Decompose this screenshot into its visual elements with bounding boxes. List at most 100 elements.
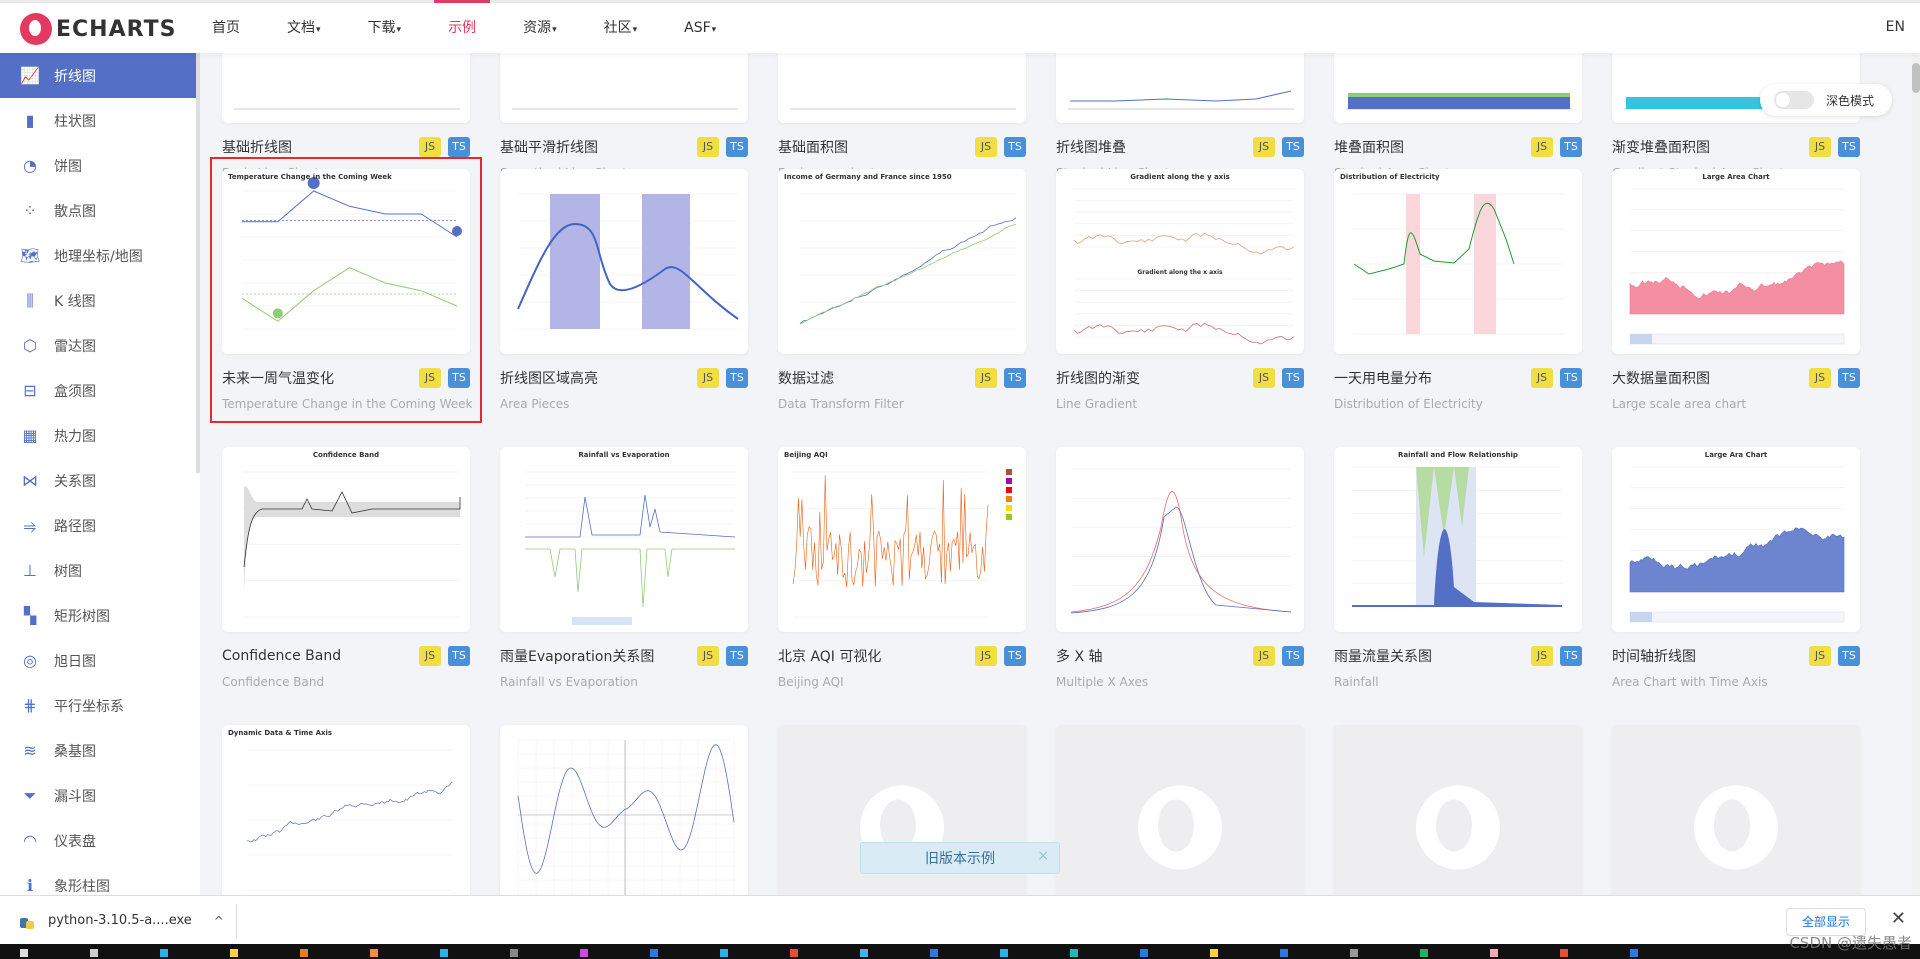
taskbar-app-icon[interactable] bbox=[1140, 949, 1148, 957]
example-card[interactable]: Temperature Change in the Coming Week 未来一… bbox=[210, 157, 482, 423]
ts-badge[interactable]: TS bbox=[1838, 137, 1860, 157]
taskbar-app-icon[interactable] bbox=[1350, 949, 1358, 957]
taskbar-app-icon[interactable] bbox=[1630, 949, 1638, 957]
example-thumbnail[interactable]: Large Area Chart bbox=[1612, 169, 1860, 354]
example-thumbnail[interactable] bbox=[1056, 53, 1304, 123]
card-title[interactable]: 渐变堆叠面积图 bbox=[1612, 137, 1710, 157]
example-card[interactable]: Large Ara Chart 时间轴折线图 JS TS Area Chart with… bbox=[1612, 447, 1860, 689]
example-card[interactable]: Confidence Band Confidence Band JS TS Confid… bbox=[222, 447, 470, 689]
taskbar-app-icon[interactable] bbox=[650, 949, 658, 957]
nav-item[interactable]: 示例 bbox=[434, 0, 491, 56]
js-badge[interactable]: JS bbox=[697, 646, 719, 666]
taskbar-app-icon[interactable] bbox=[930, 949, 938, 957]
sidebar-item[interactable]: ⫼ K 线图 bbox=[0, 278, 200, 323]
example-card[interactable] bbox=[1334, 725, 1582, 895]
card-title[interactable]: 雨量Evaporation关系图 bbox=[500, 646, 654, 666]
sidebar-item[interactable]: ◔ 饼图 bbox=[0, 143, 200, 188]
taskbar-app-icon[interactable] bbox=[1000, 949, 1008, 957]
taskbar-app-icon[interactable] bbox=[1490, 949, 1498, 957]
taskbar-app-icon[interactable] bbox=[1280, 949, 1288, 957]
nav-item[interactable]: 社区▾ bbox=[590, 3, 652, 56]
example-card[interactable] bbox=[500, 725, 748, 895]
sidebar-item[interactable]: ⏷ 漏斗图 bbox=[0, 773, 200, 818]
js-badge[interactable]: JS bbox=[1253, 646, 1275, 666]
sidebar-item[interactable]: ⋈ 关系图 bbox=[0, 458, 200, 503]
js-badge[interactable]: JS bbox=[1531, 368, 1553, 388]
taskbar-app-icon[interactable] bbox=[160, 949, 168, 957]
nav-item[interactable]: 下载▾ bbox=[354, 3, 416, 56]
js-badge[interactable]: JS bbox=[697, 368, 719, 388]
taskbar-app-icon[interactable] bbox=[370, 949, 378, 957]
card-title[interactable]: 堆叠面积图 bbox=[1334, 137, 1404, 157]
download-file-name[interactable]: python-3.10.5-a....exe bbox=[48, 913, 192, 928]
example-card[interactable]: Beijing AQI 北京 AQI 可视化 JS TS Beijing AQI bbox=[778, 447, 1026, 689]
js-badge[interactable]: JS bbox=[975, 137, 997, 157]
example-thumbnail[interactable] bbox=[222, 53, 470, 123]
example-thumbnail[interactable]: Distribution of Electricity bbox=[1334, 169, 1582, 354]
dark-mode-toggle[interactable]: 深色模式 bbox=[1760, 84, 1892, 116]
example-thumbnail[interactable]: Rainfall and Flow Relationship bbox=[1334, 447, 1582, 632]
page-scrollbar[interactable] bbox=[1912, 53, 1920, 895]
download-item[interactable]: python-3.10.5-a....exe ^ bbox=[18, 896, 224, 945]
card-title[interactable]: 折线图堆叠 bbox=[1056, 137, 1126, 157]
sidebar-item[interactable]: ◎ 旭日图 bbox=[0, 638, 200, 683]
card-title[interactable]: 折线图区域高亮 bbox=[500, 368, 598, 388]
example-thumbnail[interactable]: Large Ara Chart bbox=[1612, 447, 1860, 632]
js-badge[interactable]: JS bbox=[1809, 646, 1831, 666]
example-card[interactable]: 渐变堆叠面积图JSTSGradient Stacked Area Chart bbox=[1612, 53, 1860, 180]
ts-badge[interactable]: TS bbox=[1004, 646, 1026, 666]
card-title[interactable]: 时间轴折线图 bbox=[1612, 646, 1696, 666]
ts-badge[interactable]: TS bbox=[726, 368, 748, 388]
taskbar-app-icon[interactable] bbox=[1420, 949, 1428, 957]
taskbar-app-icon[interactable] bbox=[300, 949, 308, 957]
nav-item[interactable]: ASF▾ bbox=[670, 3, 730, 56]
nav-item[interactable]: 首页 bbox=[198, 3, 254, 56]
card-title[interactable]: 基础面积图 bbox=[778, 137, 848, 157]
sidebar-item[interactable]: ⊟ 盒须图 bbox=[0, 368, 200, 413]
card-title[interactable]: 大数据量面积图 bbox=[1612, 368, 1710, 388]
example-card[interactable]: 基础面积图JSTSBasic area chart bbox=[778, 53, 1026, 180]
example-card[interactable]: Rainfall vs Evaporation 雨量Evaporation关系图 J… bbox=[500, 447, 748, 689]
card-title[interactable]: 折线图的渐变 bbox=[1056, 368, 1140, 388]
example-card[interactable] bbox=[1612, 725, 1860, 895]
example-thumbnail[interactable] bbox=[1334, 725, 1582, 895]
example-thumbnail[interactable] bbox=[1056, 725, 1304, 895]
example-thumbnail[interactable] bbox=[778, 53, 1026, 123]
example-thumbnail[interactable] bbox=[500, 53, 748, 123]
example-card[interactable]: Rainfall and Flow Relationship 雨量流量关系图 JS T… bbox=[1334, 447, 1582, 689]
card-title[interactable]: Confidence Band bbox=[222, 648, 341, 664]
taskbar-app-icon[interactable] bbox=[230, 949, 238, 957]
ts-badge[interactable]: TS bbox=[726, 137, 748, 157]
example-card[interactable]: Dynamic Data & Time Axis bbox=[222, 725, 470, 895]
sidebar-item[interactable]: 🗺 地理坐标/地图 bbox=[0, 233, 200, 278]
sidebar-item[interactable]: ⊥ 树图 bbox=[0, 548, 200, 593]
echarts-logo[interactable]: ECHARTS bbox=[20, 13, 176, 45]
example-thumbnail[interactable]: Confidence Band bbox=[222, 447, 470, 632]
taskbar-app-icon[interactable] bbox=[20, 949, 28, 957]
js-badge[interactable]: JS bbox=[1809, 137, 1831, 157]
ts-badge[interactable]: TS bbox=[1282, 646, 1304, 666]
js-badge[interactable]: JS bbox=[975, 368, 997, 388]
taskbar-app-icon[interactable] bbox=[1070, 949, 1078, 957]
chevron-up-icon[interactable]: ^ bbox=[214, 914, 224, 928]
taskbar-app-icon[interactable] bbox=[790, 949, 798, 957]
close-download-bar-icon[interactable]: ✕ bbox=[1891, 908, 1906, 929]
ts-badge[interactable]: TS bbox=[448, 137, 470, 157]
close-icon[interactable]: × bbox=[1037, 848, 1049, 864]
card-title[interactable]: 雨量流量关系图 bbox=[1334, 646, 1432, 666]
sidebar-item[interactable]: ⋕ 平行坐标系 bbox=[0, 683, 200, 728]
example-card[interactable]: 折线图堆叠JSTSStacked Line Chart bbox=[1056, 53, 1304, 180]
example-card[interactable]: 基础平滑折线图JSTSSmoothed Line Chart bbox=[500, 53, 748, 180]
sidebar-item[interactable]: ▚ 矩形树图 bbox=[0, 593, 200, 638]
js-badge[interactable]: JS bbox=[419, 368, 441, 388]
example-card[interactable]: 基础折线图JSTSBasic Line Chart bbox=[222, 53, 470, 180]
js-badge[interactable]: JS bbox=[697, 137, 719, 157]
example-card[interactable] bbox=[1056, 725, 1304, 895]
js-badge[interactable]: JS bbox=[419, 137, 441, 157]
ts-badge[interactable]: TS bbox=[1838, 646, 1860, 666]
sidebar-item[interactable]: ≋ 桑基图 bbox=[0, 728, 200, 773]
sidebar-item[interactable]: ▦ 热力图 bbox=[0, 413, 200, 458]
card-title[interactable]: 基础平滑折线图 bbox=[500, 137, 598, 157]
example-card[interactable]: 堆叠面积图JSTSStacked Area Chart bbox=[1334, 53, 1582, 180]
example-thumbnail[interactable] bbox=[500, 725, 748, 895]
